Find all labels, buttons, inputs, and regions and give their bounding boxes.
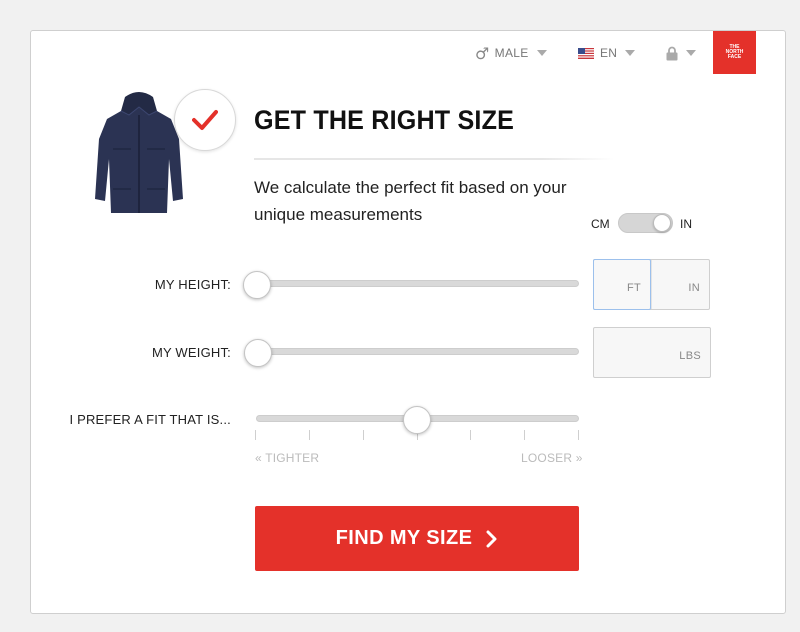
height-ft-field[interactable]: FT: [593, 259, 651, 310]
us-flag-icon: [578, 47, 594, 59]
language-dropdown[interactable]: EN: [578, 43, 636, 63]
page-title: GET THE RIGHT SIZE: [254, 105, 515, 135]
chevron-down-icon: [625, 50, 636, 56]
fit-looser-hint: LOOSER »: [521, 451, 583, 465]
fit-preference-label: I PREFER A FIT THAT IS...: [69, 412, 231, 427]
jacket-image: [95, 92, 183, 213]
lbs-unit-label: LBS: [679, 350, 701, 362]
gender-label: MALE: [494, 46, 529, 60]
weight-label: MY WEIGHT:: [151, 345, 231, 360]
brand-logo[interactable]: THE NORTH FACE: [713, 31, 756, 74]
find-my-size-button[interactable]: FIND MY SIZE: [255, 506, 579, 571]
page-subtitle: We calculate the perfect fit based on yo…: [254, 178, 567, 224]
lock-icon: [666, 46, 678, 60]
fit-slider-tick: [308, 430, 310, 440]
fit-slider-tick: [578, 430, 579, 440]
height-input-group: FT IN: [593, 259, 710, 310]
size-finder-card: ♂ MALE EN THE NORTH FACE GET THE RIGHT S…: [30, 30, 786, 614]
fit-tighter-hint: « TIGHTER: [255, 451, 320, 465]
unit-toggle[interactable]: [618, 213, 673, 233]
fit-slider-tick: [255, 430, 256, 440]
chevron-down-icon: [686, 50, 696, 56]
weight-slider-track[interactable]: [256, 348, 579, 355]
height-slider-thumb[interactable]: [243, 271, 271, 299]
chevron-down-icon: [536, 50, 547, 56]
height-label: MY HEIGHT:: [154, 277, 231, 292]
unit-in-label: IN: [680, 217, 692, 231]
account-dropdown[interactable]: [666, 43, 696, 63]
weight-slider-thumb[interactable]: [244, 339, 272, 367]
male-symbol-icon: ♂: [475, 43, 490, 63]
fit-slider-tick: [470, 430, 472, 440]
language-label: EN: [600, 46, 618, 60]
height-in-field[interactable]: IN: [651, 260, 709, 309]
height-slider-track[interactable]: [256, 280, 579, 287]
fit-slider-tick: [524, 430, 526, 440]
gender-dropdown[interactable]: ♂ MALE: [475, 43, 547, 63]
title-divider: [254, 158, 614, 160]
find-my-size-label: FIND MY SIZE: [335, 527, 473, 549]
chevron-right-icon: [486, 530, 498, 548]
checkmark-badge: [174, 89, 236, 151]
fit-slider-thumb[interactable]: [403, 406, 431, 434]
toggle-knob[interactable]: [653, 214, 671, 232]
fit-slider-tick: [362, 430, 364, 440]
weight-lbs-field[interactable]: LBS: [593, 327, 711, 378]
checkmark-icon: [192, 110, 218, 130]
in-unit-label: IN: [688, 282, 700, 294]
ft-unit-label: FT: [626, 282, 641, 294]
brand-logo-text: FACE: [727, 54, 742, 60]
unit-cm-label: CM: [591, 217, 610, 231]
